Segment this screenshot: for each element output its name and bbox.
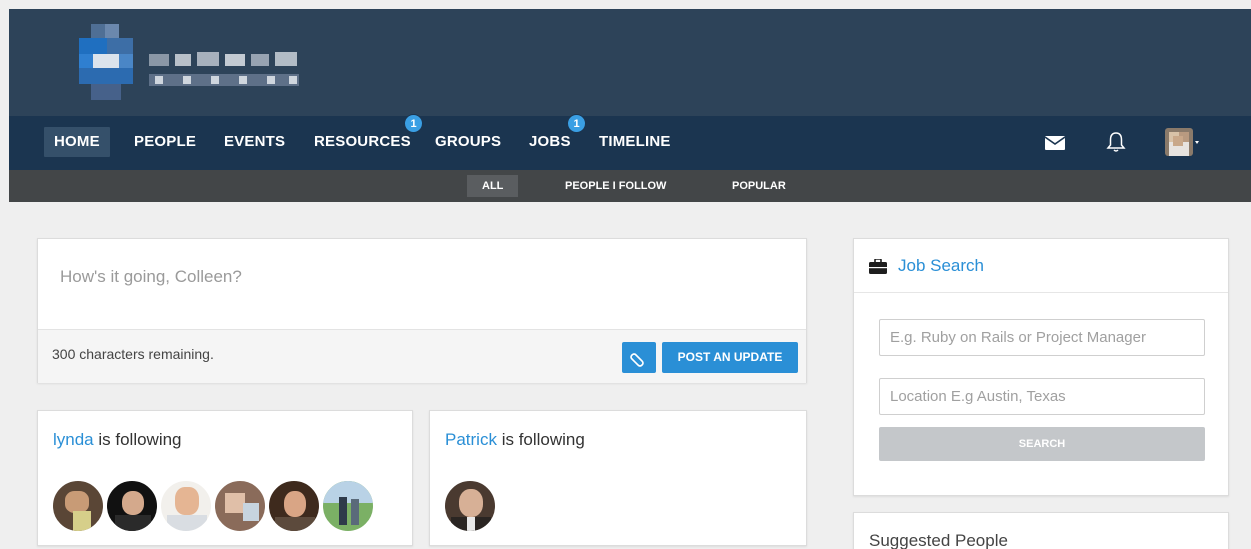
following-card-patrick: Patrick is following — [429, 410, 807, 546]
job-search-button[interactable]: SEARCH — [879, 427, 1205, 461]
top-banner — [9, 9, 1251, 116]
briefcase-icon — [869, 258, 887, 279]
user-link[interactable]: Patrick — [445, 430, 497, 449]
avatar[interactable] — [52, 480, 104, 532]
job-search-title[interactable]: Job Search — [898, 256, 984, 276]
user-link[interactable]: lynda — [53, 430, 94, 449]
composer-footer: 300 characters remaining. POST AN UPDATE — [38, 329, 806, 383]
avatar[interactable] — [160, 480, 212, 532]
bell-icon[interactable] — [1106, 131, 1126, 158]
job-search-header: Job Search — [854, 239, 1228, 293]
mail-icon[interactable] — [1044, 136, 1066, 155]
job-search-widget: Job Search SEARCH — [853, 238, 1229, 496]
filter-popular[interactable]: POPULAR — [732, 175, 786, 197]
avatar[interactable] — [214, 480, 266, 532]
avatar[interactable] — [106, 480, 158, 532]
filter-all[interactable]: ALL — [467, 175, 519, 197]
following-card-lynda: lynda is following — [37, 410, 413, 546]
user-avatar-menu[interactable] — [1165, 128, 1201, 161]
post-update-button[interactable]: POST AN UPDATE — [662, 342, 798, 373]
characters-remaining: 300 characters remaining. — [52, 346, 214, 362]
nav-item-home[interactable]: HOME — [44, 127, 110, 157]
status-composer: How's it going, Colleen? 300 characters … — [37, 238, 807, 383]
nav-item-groups[interactable]: GROUPS — [435, 127, 501, 157]
resources-badge: 1 — [404, 114, 423, 133]
suggested-people-widget: Suggested People — [853, 512, 1229, 549]
jobs-badge: 1 — [567, 114, 586, 133]
job-location-input[interactable] — [879, 378, 1205, 415]
job-keyword-input[interactable] — [879, 319, 1205, 356]
nav-item-timeline[interactable]: TIMELINE — [599, 127, 671, 157]
nav-item-resources[interactable]: RESOURCES — [314, 127, 411, 157]
following-title: Patrick is following — [445, 430, 585, 449]
main-nav: HOME PEOPLE EVENTS RESOURCES 1 GROUPS JO… — [9, 114, 1251, 170]
paperclip-icon — [630, 353, 644, 367]
nav-item-people[interactable]: PEOPLE — [134, 127, 196, 157]
logo[interactable] — [79, 24, 319, 114]
filter-people-i-follow[interactable]: PEOPLE I FOLLOW — [565, 175, 666, 197]
avatar[interactable] — [322, 480, 374, 532]
following-title: lynda is following — [53, 430, 182, 449]
nav-item-jobs[interactable]: JOBS — [529, 127, 571, 157]
feed-filter-bar: ALL PEOPLE I FOLLOW POPULAR — [9, 170, 1251, 202]
status-input[interactable]: How's it going, Colleen? — [60, 267, 242, 287]
nav-item-events[interactable]: EVENTS — [224, 127, 285, 157]
avatar[interactable] — [268, 480, 320, 532]
suggested-people-title: Suggested People — [869, 531, 1008, 549]
avatar[interactable] — [444, 480, 496, 532]
attach-button[interactable] — [622, 342, 656, 373]
